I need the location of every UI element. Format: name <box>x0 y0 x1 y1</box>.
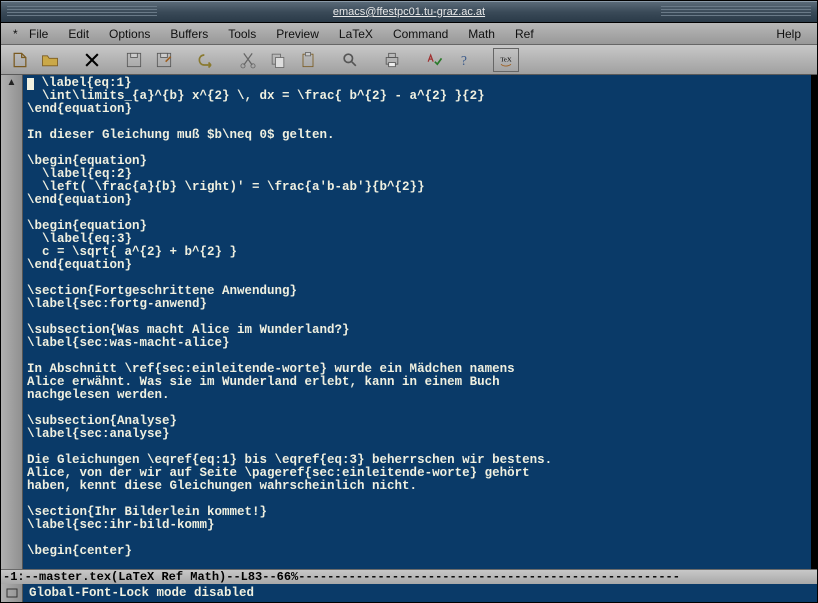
modeline: -1:-- master.tex (LaTeX Ref Math)--L83--… <box>1 569 817 584</box>
menu-preview[interactable]: Preview <box>266 25 329 43</box>
text-cursor <box>27 78 34 90</box>
editor-area: ▲ \label{eq:1} \int\limits_{a}^{b} x^{2}… <box>1 75 817 569</box>
window-title: emacs@ffestpc01.tu-graz.ac.at <box>333 6 485 18</box>
copy-icon[interactable] <box>265 48 291 72</box>
menubar: * File Edit Options Buffers Tools Previe… <box>1 23 817 45</box>
minibuffer-icon <box>6 588 18 598</box>
menu-latex[interactable]: LaTeX <box>329 25 383 43</box>
emacs-window: emacs@ffestpc01.tu-graz.ac.at * File Edi… <box>0 0 818 603</box>
menu-math[interactable]: Math <box>458 25 505 43</box>
open-folder-icon[interactable] <box>37 48 63 72</box>
open-file-icon[interactable] <box>7 48 33 72</box>
minibuffer-gutter <box>1 584 23 602</box>
menu-ref[interactable]: Ref <box>505 25 544 43</box>
menu-help[interactable]: Help <box>766 25 811 43</box>
save-icon[interactable] <box>121 48 147 72</box>
text-buffer[interactable]: \label{eq:1} \int\limits_{a}^{b} x^{2} \… <box>23 75 811 569</box>
left-gutter[interactable]: ▲ <box>1 75 23 569</box>
menu-star[interactable]: * <box>7 25 19 43</box>
undo-icon[interactable] <box>193 48 219 72</box>
menu-tools[interactable]: Tools <box>218 25 266 43</box>
modeline-left: -1:-- <box>3 570 39 584</box>
tex-icon[interactable]: TeX <box>493 48 519 72</box>
cut-icon[interactable] <box>235 48 261 72</box>
help-icon[interactable]: ? <box>451 48 477 72</box>
right-scrollbar[interactable] <box>811 75 817 569</box>
close-icon[interactable] <box>79 48 105 72</box>
modeline-dashes: ----------------------------------------… <box>298 570 680 584</box>
titlebar-stripes-right <box>661 6 811 18</box>
minibuffer-text: Global-Font-Lock mode disabled <box>29 586 254 600</box>
print-icon[interactable] <box>379 48 405 72</box>
modeline-mode: (LaTeX Ref Math)--L83--66% <box>111 570 298 584</box>
svg-text:?: ? <box>461 53 467 68</box>
menu-options[interactable]: Options <box>99 25 160 43</box>
paste-icon[interactable] <box>295 48 321 72</box>
save-as-icon[interactable] <box>151 48 177 72</box>
toolbar: ? TeX <box>1 45 817 75</box>
spell-icon[interactable] <box>421 48 447 72</box>
window-titlebar[interactable]: emacs@ffestpc01.tu-graz.ac.at <box>1 1 817 23</box>
menu-command[interactable]: Command <box>383 25 458 43</box>
modeline-buffer-name: master.tex <box>39 570 111 584</box>
titlebar-stripes-left <box>7 6 157 18</box>
menu-file[interactable]: File <box>19 25 58 43</box>
svg-text:TeX: TeX <box>500 56 512 63</box>
search-icon[interactable] <box>337 48 363 72</box>
scroll-up-arrow[interactable]: ▲ <box>1 75 22 89</box>
menu-edit[interactable]: Edit <box>58 25 99 43</box>
minibuffer[interactable]: Global-Font-Lock mode disabled <box>1 584 817 602</box>
menu-buffers[interactable]: Buffers <box>160 25 218 43</box>
